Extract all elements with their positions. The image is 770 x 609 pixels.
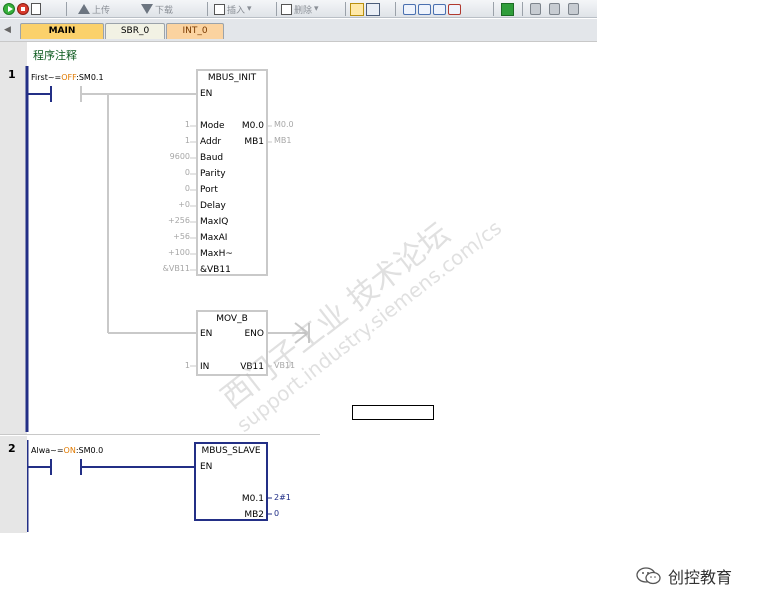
mov-b-block[interactable]: MOV_B EN ENO IN VB11 (196, 310, 268, 376)
mov-b-title: MOV_B (216, 314, 248, 324)
brand-watermark: 创控教育 (636, 564, 732, 588)
mbus-slave-pin-done: M0.1 (241, 494, 264, 504)
mbus-init-pin-parity: Parity (200, 169, 226, 179)
mov-b-in-value[interactable]: 1 (185, 361, 190, 370)
mov-b-eno-pin: ENO (244, 329, 264, 339)
mbus-init-pin-done: M0.0 (241, 121, 264, 131)
brand-text: 创控教育 (668, 568, 733, 587)
mbus-init-pin-error: MB1 (244, 137, 264, 147)
mbus-init-pin-addr: Addr (200, 137, 222, 147)
mov-b-out-value[interactable]: VB11 (274, 361, 295, 370)
contact-always-label[interactable]: Alwa~=ON:SM0.0 (31, 446, 103, 455)
mbus-init-port-value[interactable]: 0 (185, 184, 190, 193)
mov-b-en-pin: EN (200, 329, 213, 339)
mbus-init-pin-start: &VB11 (200, 265, 231, 275)
mbus-init-error-value[interactable]: MB1 (274, 136, 291, 145)
mbus-init-delay-value[interactable]: +0 (178, 200, 190, 209)
mbus-init-maxhold-value[interactable]: +100 (168, 248, 190, 257)
mbus-init-done-value[interactable]: M0.0 (274, 120, 294, 129)
mbus-slave-block[interactable]: MBUS_SLAVE EN M0.1 MB2 (194, 442, 268, 521)
mbus-init-title: MBUS_INIT (207, 73, 257, 83)
mbus-init-start-value[interactable]: &VB11 (163, 264, 190, 273)
inline-edit-box[interactable] (352, 405, 434, 420)
mbus-slave-pin-error: MB2 (244, 510, 264, 520)
mbus-init-pin-delay: Delay (200, 201, 226, 211)
mbus-slave-error-value[interactable]: 0 (274, 509, 279, 518)
mbus-init-block[interactable]: MBUS_INIT EN Mode Addr Baud Parity Port … (196, 69, 268, 276)
mbus-init-pin-maxai: MaxAI (200, 233, 228, 243)
contact-first-label[interactable]: First~=OFF:SM0.1 (31, 73, 104, 82)
mbus-init-pin-maxiq: MaxIQ (200, 217, 229, 227)
mbus-init-en-pin: EN (200, 89, 213, 99)
mbus-init-pin-mode: Mode (200, 121, 225, 131)
network-divider (0, 434, 320, 435)
mbus-init-pin-port: Port (200, 185, 218, 195)
mbus-init-pin-baud: Baud (200, 153, 224, 163)
mbus-init-parity-value[interactable]: 0 (185, 168, 190, 177)
mbus-slave-en-pin: EN (200, 462, 213, 472)
mbus-init-maxai-value[interactable]: +56 (173, 232, 190, 241)
mbus-slave-done-value[interactable]: 2#1 (274, 493, 291, 502)
mbus-init-mode-value[interactable]: 1 (185, 120, 190, 129)
mov-b-in-pin: IN (200, 362, 210, 372)
mbus-init-maxiq-value[interactable]: +256 (168, 216, 190, 225)
mbus-init-addr-value[interactable]: 1 (185, 136, 190, 145)
wechat-icon (636, 567, 661, 585)
network-2-number[interactable]: 2 (8, 442, 16, 455)
mbus-init-pin-maxhold: MaxH~ (200, 249, 233, 259)
mov-b-out-pin: VB11 (240, 362, 264, 372)
mbus-init-baud-value[interactable]: 9600 (170, 152, 190, 161)
mbus-slave-title: MBUS_SLAVE (201, 446, 261, 456)
